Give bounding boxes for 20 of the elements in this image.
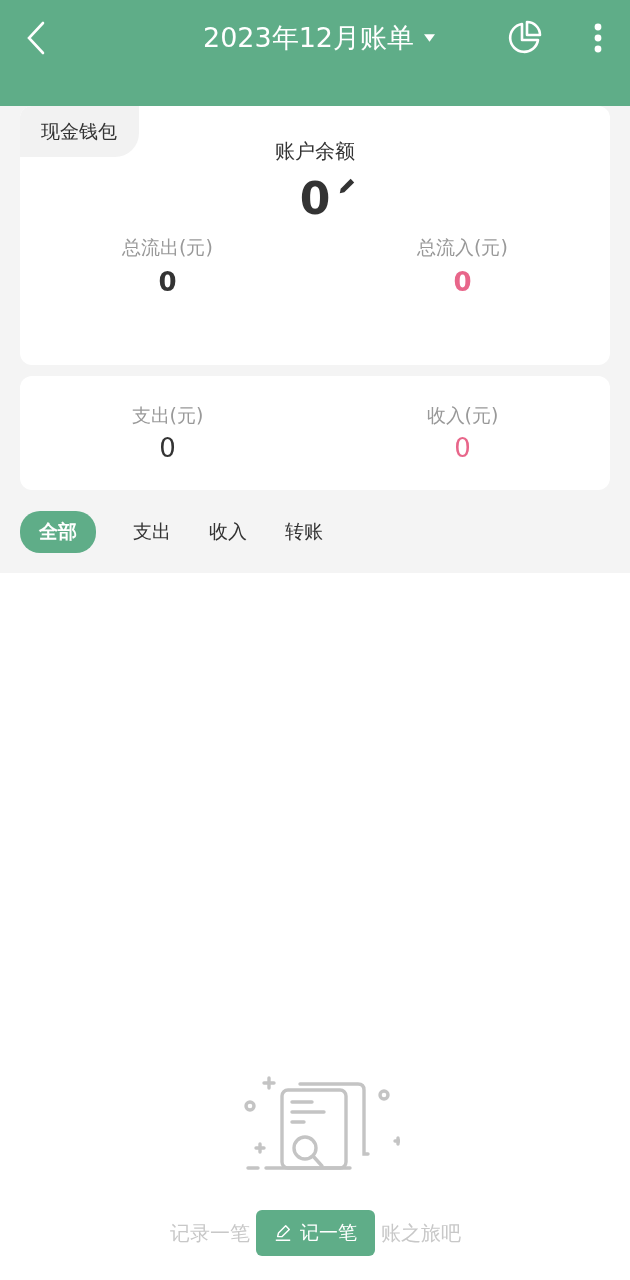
wallet-tag: 现金钱包 xyxy=(20,106,139,157)
stat-label: 总流入(元) xyxy=(417,235,508,261)
stat-label: 收入(元) xyxy=(426,403,499,428)
stat-label: 支出(元) xyxy=(131,403,204,428)
stat-value: 0 xyxy=(158,267,177,298)
pencil-icon[interactable] xyxy=(338,177,357,196)
stat-label: 总流出(元) xyxy=(122,235,213,261)
pencil-icon xyxy=(273,1224,292,1242)
filter-tab[interactable]: 转账 xyxy=(266,511,342,553)
balance-value: 0 xyxy=(299,175,331,224)
filter-tab[interactable]: 支出 xyxy=(114,511,190,553)
caret-icon[interactable] xyxy=(424,33,436,42)
stat-value: 0 xyxy=(454,433,471,463)
back-icon[interactable] xyxy=(26,20,46,55)
balance-label: 账户余额 xyxy=(275,138,355,165)
stat-value: 0 xyxy=(453,267,472,298)
stat-value: 0 xyxy=(159,433,176,463)
filter-tab[interactable]: 收入 xyxy=(190,511,266,553)
more-icon[interactable] xyxy=(594,22,602,53)
pie-chart-icon[interactable] xyxy=(506,19,542,56)
